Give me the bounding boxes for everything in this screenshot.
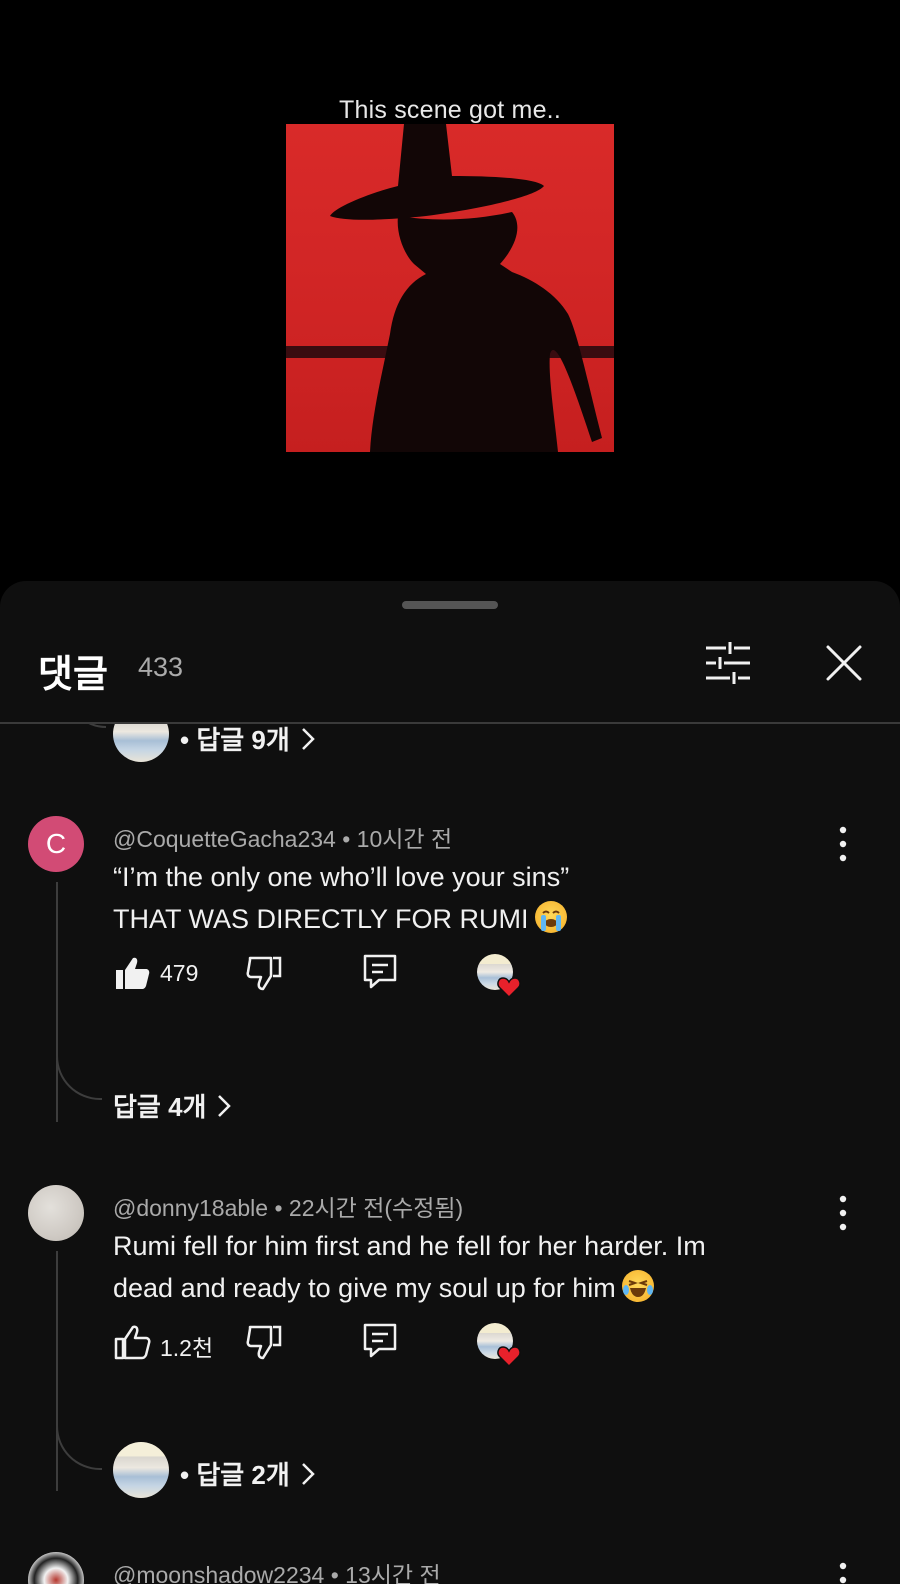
thread-connector bbox=[56, 1424, 102, 1470]
view-replies-label: 답글 4개 bbox=[113, 1092, 207, 1122]
laughing-emoji-icon bbox=[621, 1270, 654, 1302]
comment-time: • 10시간 전 bbox=[342, 826, 453, 852]
comments-title: 댓글 bbox=[38, 654, 108, 696]
view-replies-label: • 답글 9개 bbox=[180, 725, 290, 755]
more-options-icon[interactable] bbox=[831, 1193, 855, 1233]
silhouette-image bbox=[286, 124, 614, 452]
video-frame bbox=[286, 124, 614, 452]
sliders-icon bbox=[706, 642, 750, 684]
comment-meta: @moonshadow2234 • 13시간 전 bbox=[113, 1556, 441, 1584]
like-filled-icon[interactable] bbox=[113, 954, 151, 992]
avatar[interactable] bbox=[28, 1552, 84, 1584]
chevron-right-icon bbox=[301, 1462, 315, 1485]
comment-line: Rumi fell for him first and he fell for … bbox=[113, 1231, 706, 1261]
view-replies-button[interactable]: • 답글 2개 bbox=[180, 1455, 316, 1492]
dislike-icon[interactable] bbox=[245, 1323, 283, 1361]
comment-author[interactable]: @moonshadow2234 bbox=[113, 1562, 324, 1584]
heart-icon bbox=[497, 1346, 521, 1367]
filter-button[interactable] bbox=[704, 639, 752, 687]
thread-connector bbox=[56, 1054, 102, 1100]
heart-icon bbox=[497, 977, 521, 998]
drag-handle[interactable] bbox=[402, 601, 498, 609]
video-player[interactable]: This scene got me.. bbox=[0, 0, 900, 580]
comment-line: dead and ready to give my soul up for hi… bbox=[113, 1273, 616, 1303]
creator-heart-badge bbox=[477, 1323, 521, 1367]
crying-emoji-icon bbox=[534, 901, 567, 933]
comment-line-with-emoji: dead and ready to give my soul up for hi… bbox=[113, 1267, 833, 1309]
avatar[interactable]: C bbox=[28, 816, 84, 872]
comment-meta: @donny18able • 22시간 전(수정됨) bbox=[113, 1189, 463, 1223]
comment-time: • 22시간 전(수정됨) bbox=[274, 1195, 464, 1221]
view-replies-button[interactable]: • 답글 9개 bbox=[180, 724, 316, 757]
like-count: 479 bbox=[160, 960, 199, 986]
reply-avatar bbox=[113, 724, 169, 762]
like-icon[interactable] bbox=[113, 1323, 151, 1361]
reply-avatar bbox=[113, 1442, 169, 1498]
comments-header: 댓글 433 bbox=[0, 621, 900, 703]
comment-line: “I’m the only one who’ll love your sins” bbox=[113, 862, 570, 892]
comment-line: THAT WAS DIRECTLY FOR RUMI bbox=[113, 904, 529, 934]
more-options-icon[interactable] bbox=[831, 1560, 855, 1584]
thread-line bbox=[56, 1251, 58, 1491]
comment-line-with-emoji: THAT WAS DIRECTLY FOR RUMI bbox=[113, 898, 833, 940]
thread-connector bbox=[66, 724, 106, 728]
comments-sheet: 댓글 433 • 답글 9개 C @CoquetteGacha234 • 10시… bbox=[0, 581, 900, 1584]
comment-text: “I’m the only one who’ll love your sins”… bbox=[113, 856, 833, 940]
view-replies-label: • 답글 2개 bbox=[180, 1460, 290, 1490]
comments-list[interactable]: • 답글 9개 C @CoquetteGacha234 • 10시간 전 “I’… bbox=[0, 724, 900, 1584]
video-caption: This scene got me.. bbox=[339, 96, 561, 124]
like-count: 1.2천 bbox=[160, 1335, 214, 1361]
close-icon bbox=[826, 645, 862, 681]
comment-author[interactable]: @donny18able bbox=[113, 1195, 268, 1221]
comment-text: Rumi fell for him first and he fell for … bbox=[113, 1225, 833, 1309]
dislike-icon[interactable] bbox=[245, 954, 283, 992]
comment-author[interactable]: @CoquetteGacha234 bbox=[113, 826, 336, 852]
reply-comment-icon[interactable] bbox=[361, 952, 399, 990]
creator-heart-badge bbox=[477, 954, 521, 998]
view-replies-button[interactable]: 답글 4개 bbox=[113, 1087, 232, 1124]
chevron-right-icon bbox=[218, 1094, 232, 1117]
thread-line bbox=[56, 882, 58, 1122]
chevron-right-icon bbox=[301, 727, 315, 750]
close-button[interactable] bbox=[820, 639, 868, 687]
comment-time: • 13시간 전 bbox=[330, 1562, 441, 1584]
reply-comment-icon[interactable] bbox=[361, 1321, 399, 1359]
comment-meta: @CoquetteGacha234 • 10시간 전 bbox=[113, 820, 452, 854]
avatar[interactable] bbox=[28, 1185, 84, 1241]
comments-count: 433 bbox=[138, 652, 184, 682]
more-options-icon[interactable] bbox=[831, 824, 855, 864]
